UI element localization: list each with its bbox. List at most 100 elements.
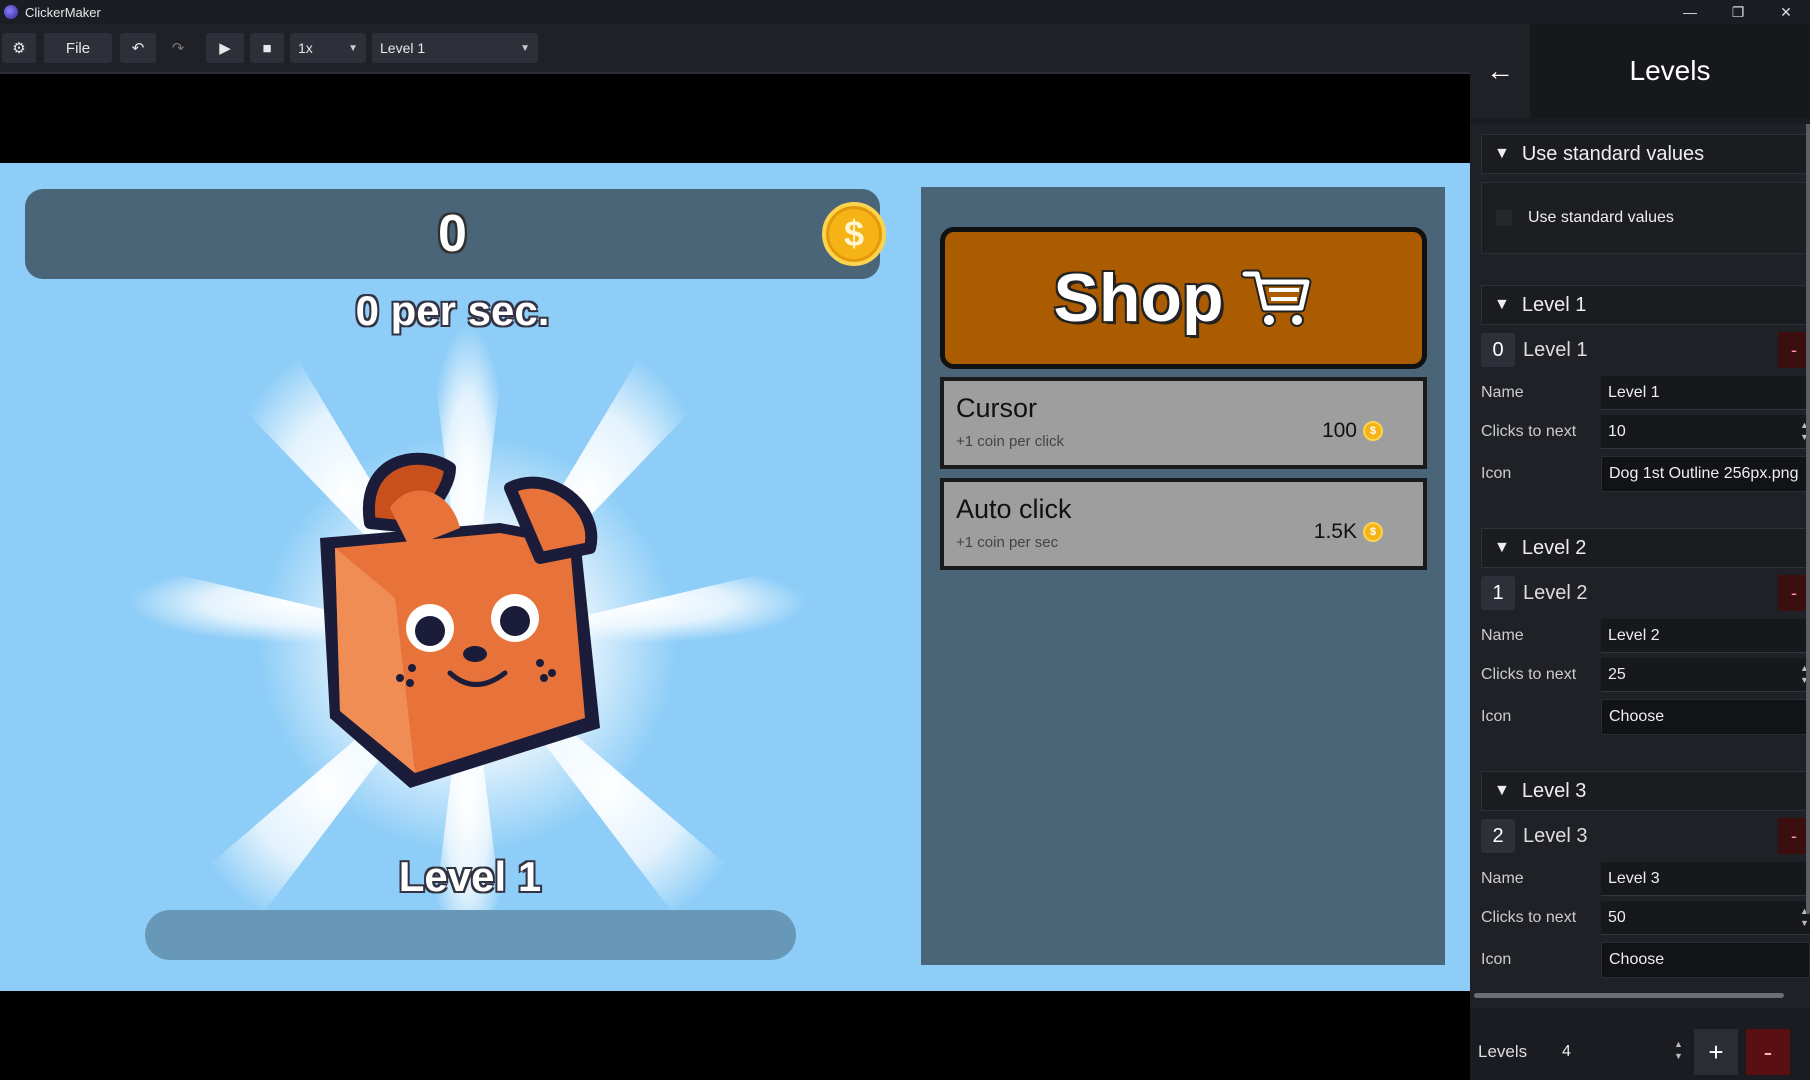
level-clicks-row: Clicks to next 50 ▲ ▼ — [1481, 900, 1810, 936]
section-level-1[interactable]: ▼ Level 1 — [1481, 285, 1810, 325]
settings-button[interactable]: ⚙ — [2, 33, 36, 63]
level-name-row: Name Level 1 — [1481, 375, 1810, 411]
shop-panel: Shop Cursor +1 coin per click 100 $ Auto… — [921, 187, 1445, 965]
level-index-badge: 0 — [1481, 333, 1515, 367]
levels-count-input[interactable]: 4 ▲ ▼ — [1558, 1032, 1688, 1072]
level-icon-row: Icon Choose — [1481, 699, 1810, 735]
checkbox-label: Use standard values — [1528, 209, 1674, 226]
triangle-down-icon: ▼ — [1494, 539, 1510, 556]
level-index-badge: 1 — [1481, 576, 1515, 610]
coin-counter-bar: 0 $ — [25, 189, 886, 279]
shop-button[interactable]: Shop — [940, 227, 1427, 369]
chevron-down-icon: ▼ — [520, 42, 530, 54]
dog-clicker-character[interactable] — [300, 428, 630, 798]
section-title: Level 1 — [1521, 293, 1587, 316]
horizontal-scrollbar[interactable] — [1470, 991, 1810, 999]
shop-item-price: 1.5K — [1313, 520, 1357, 543]
level-name-input[interactable]: Level 2 — [1601, 619, 1810, 653]
clicks-to-next-input[interactable]: 10 ▲ ▼ — [1601, 415, 1810, 449]
shopping-cart-icon — [1241, 269, 1312, 327]
vertical-scrollbar[interactable] — [1806, 124, 1810, 914]
shop-item-auto-click[interactable]: Auto click +1 coin per sec 1.5K $ — [940, 478, 1427, 570]
play-icon: ▶ — [219, 40, 231, 57]
section-title: Level 2 — [1521, 536, 1587, 559]
back-button[interactable]: ← — [1470, 24, 1530, 118]
stop-icon: ■ — [262, 39, 272, 57]
redo-button[interactable]: ↷ — [160, 33, 196, 63]
shop-label: Shop — [1053, 260, 1224, 336]
scrollbar-thumb[interactable] — [1474, 993, 1784, 998]
play-button[interactable]: ▶ — [206, 33, 244, 63]
title-bar: ClickerMaker — ❐ ✕ — [0, 0, 1810, 24]
level-select-value: Level 1 — [380, 40, 426, 56]
chevron-down-icon: ▼ — [348, 42, 358, 54]
levels-panel-header: ← Levels — [1470, 24, 1810, 118]
close-icon[interactable]: ✕ — [1762, 0, 1810, 24]
level-name-input[interactable]: Level 1 — [1601, 376, 1810, 410]
level-title: Level 2 — [1523, 581, 1588, 604]
clicks-to-next-input[interactable]: 25 ▲ ▼ — [1601, 658, 1810, 692]
spinner-arrows-icon[interactable]: ▲ ▼ — [1674, 1038, 1684, 1062]
field-label: Icon — [1481, 465, 1512, 482]
level-name-input[interactable]: Level 3 — [1601, 862, 1810, 896]
level-progress-bar — [145, 910, 796, 960]
choose-icon-button[interactable]: Dog 1st Outline 256px.png — [1601, 456, 1810, 492]
clicks-value: 25 — [1608, 665, 1626, 683]
window-controls: — ❐ ✕ — [1666, 0, 1810, 24]
field-label: Name — [1481, 870, 1524, 887]
level-title: Level 1 — [1523, 338, 1588, 361]
coin-count: 0 — [438, 205, 467, 263]
shop-item-cursor[interactable]: Cursor +1 coin per click 100 $ — [940, 377, 1427, 469]
stop-button[interactable]: ■ — [250, 33, 284, 63]
game-preview: 0 $ 0 per sec. Level 1 Shop Cursor +1 co… — [0, 163, 1470, 991]
shop-item-name: Cursor — [956, 393, 1038, 423]
choose-icon-button[interactable]: Choose — [1601, 699, 1810, 735]
shop-item-price: 100 — [1321, 419, 1357, 442]
file-menu-button[interactable]: File — [44, 33, 112, 63]
triangle-down-icon: ▼ — [1494, 296, 1510, 313]
level-row-title: 1 Level 2 - — [1481, 575, 1810, 611]
choose-icon-button[interactable]: Choose — [1601, 942, 1810, 978]
section-standard-values[interactable]: ▼ Use standard values — [1481, 134, 1810, 174]
levels-panel: ← Levels ▼ Use standard values Use stand… — [1470, 24, 1810, 1080]
use-standard-values-checkbox[interactable] — [1496, 210, 1512, 226]
section-level-3[interactable]: ▼ Level 3 — [1481, 771, 1810, 811]
app-logo-icon — [4, 5, 18, 19]
triangle-down-icon: ▼ — [1494, 145, 1510, 162]
levels-panel-title: Levels — [1629, 55, 1711, 86]
level-index-badge: 2 — [1481, 819, 1515, 853]
field-label: Icon — [1481, 708, 1512, 725]
level-clicks-row: Clicks to next 25 ▲ ▼ — [1481, 657, 1810, 693]
app-title: ClickerMaker — [25, 4, 101, 20]
restore-icon[interactable]: ❐ — [1714, 0, 1762, 24]
level-name-row: Name Level 2 — [1481, 618, 1810, 654]
levels-count-value: 4 — [1562, 1043, 1571, 1060]
undo-button[interactable]: ↶ — [120, 33, 156, 63]
field-label: Clicks to next — [1481, 666, 1577, 683]
section-level-2[interactable]: ▼ Level 2 — [1481, 528, 1810, 568]
levels-scroll-area[interactable]: ▼ Use standard values Use standard value… — [1470, 124, 1810, 1008]
minimize-icon[interactable]: — — [1666, 0, 1714, 24]
field-label: Name — [1481, 627, 1524, 644]
level-row-title: 0 Level 1 - — [1481, 332, 1810, 368]
coin-icon: $ — [1363, 522, 1383, 542]
shop-item-name: Auto click — [956, 494, 1072, 524]
level-icon-row: Icon Choose — [1481, 942, 1810, 978]
clicks-value: 50 — [1608, 908, 1626, 926]
level-select[interactable]: Level 1 ▼ — [372, 33, 538, 63]
standard-values-box: Use standard values — [1481, 182, 1810, 254]
triangle-down-icon: ▼ — [1494, 782, 1510, 799]
levels-count-label: Levels — [1478, 1042, 1528, 1061]
add-level-button[interactable]: + — [1694, 1029, 1738, 1075]
preview-bottom-margin — [0, 991, 1470, 1080]
clicks-value: 10 — [1608, 422, 1626, 440]
level-icon-row: Icon Dog 1st Outline 256px.png — [1481, 456, 1810, 492]
clicks-to-next-input[interactable]: 50 ▲ ▼ — [1601, 901, 1810, 935]
shop-item-desc: +1 coin per click — [956, 433, 1064, 450]
level-clicks-row: Clicks to next 10 ▲ ▼ — [1481, 414, 1810, 450]
speed-select[interactable]: 1x ▼ — [290, 33, 366, 63]
gear-icon: ⚙ — [12, 40, 26, 57]
toolbar: ⚙ File ↶ ↷ ▶ ■ 1x ▼ Level 1 ▼ — [0, 24, 1470, 74]
field-label: Clicks to next — [1481, 423, 1577, 440]
remove-last-level-button[interactable]: - — [1746, 1029, 1790, 1075]
